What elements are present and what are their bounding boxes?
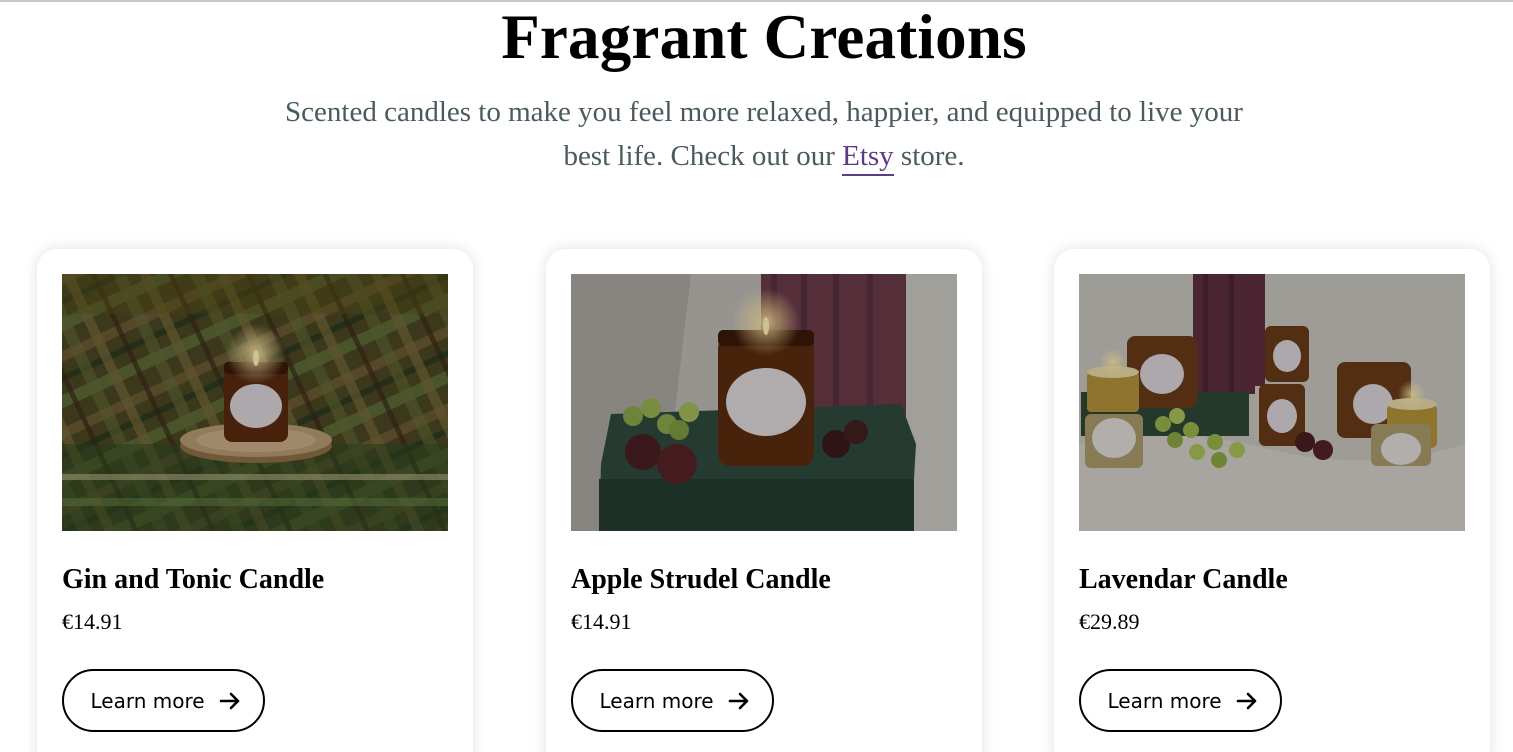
- product-price: €14.91: [62, 609, 123, 634]
- learn-more-button[interactable]: Learn more: [1079, 669, 1282, 732]
- etsy-link[interactable]: Etsy: [842, 140, 894, 176]
- intro-text-end: store.: [893, 140, 965, 172]
- product-image: [62, 274, 448, 531]
- product-price: €29.89: [1079, 609, 1140, 634]
- product-image: [571, 274, 957, 531]
- product-price: €14.91: [571, 609, 632, 634]
- arrow-right-icon: [728, 692, 748, 709]
- product-name: Apple Strudel Candle: [571, 564, 831, 595]
- learn-more-label: Learn more: [599, 688, 714, 713]
- product-image: [1079, 274, 1465, 531]
- product-card: Lavendar Candle €29.89 Learn more: [1054, 249, 1490, 752]
- product-name: Lavendar Candle: [1079, 564, 1288, 595]
- arrow-right-icon: [1236, 692, 1256, 709]
- page-title: Fragrant Creations: [501, 2, 1027, 72]
- learn-more-button[interactable]: Learn more: [571, 669, 774, 732]
- learn-more-button[interactable]: Learn more: [62, 669, 265, 732]
- product-card: Apple Strudel Candle €14.91 Learn more: [546, 249, 982, 752]
- product-name: Gin and Tonic Candle: [62, 564, 325, 595]
- arrow-right-icon: [219, 692, 239, 709]
- intro-text: Scented candles to make you feel more re…: [264, 90, 1264, 178]
- learn-more-label: Learn more: [90, 688, 205, 713]
- learn-more-label: Learn more: [1107, 688, 1222, 713]
- intro-text-start: Scented candles to make you feel more re…: [285, 96, 1243, 172]
- product-card: Gin and Tonic Candle €14.91 Learn more: [37, 249, 473, 752]
